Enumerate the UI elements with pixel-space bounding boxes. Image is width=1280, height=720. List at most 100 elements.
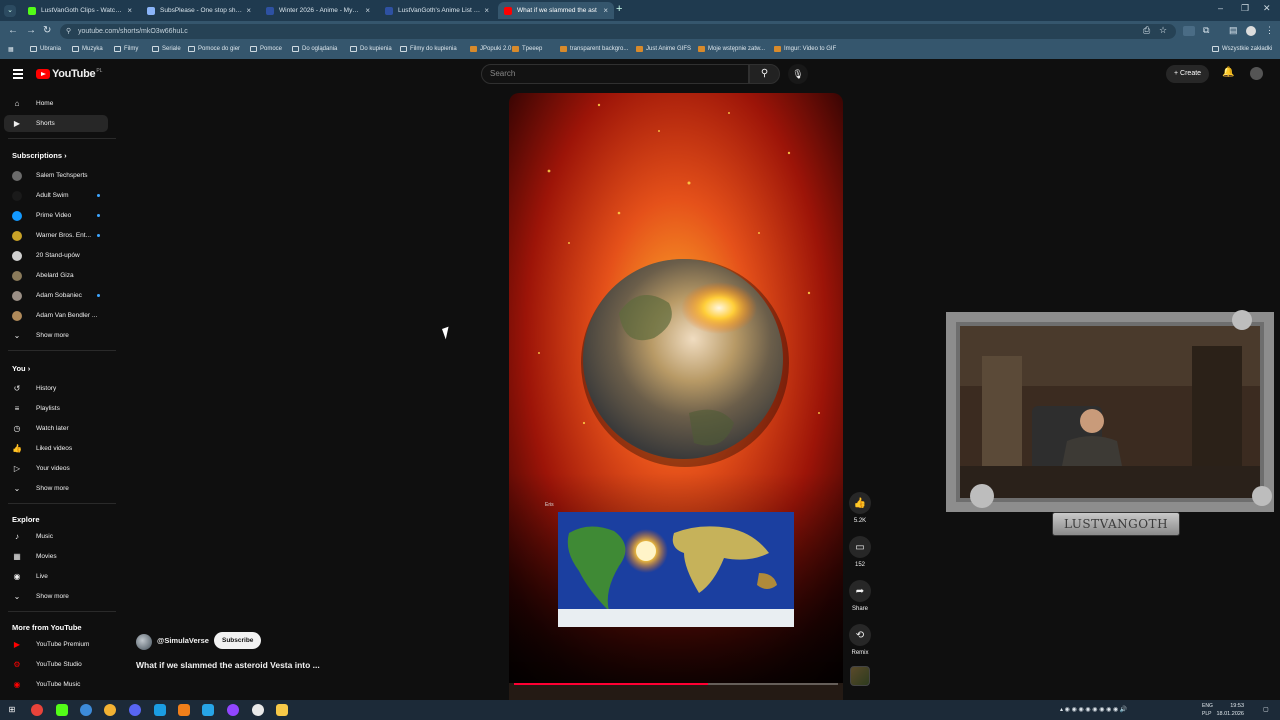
youtube-logo[interactable]: YouTube PL — [36, 68, 102, 80]
menu-icon[interactable] — [13, 69, 23, 81]
sidebar-item[interactable]: Salem Techsperts — [4, 167, 108, 184]
all-bookmarks[interactable]: Wszystkie zakładki — [1212, 46, 1272, 52]
back-icon[interactable]: ← — [8, 25, 18, 36]
browser-menu-icon[interactable]: ⋮ — [1265, 25, 1274, 36]
side-panel-icon[interactable]: ▤ — [1229, 25, 1238, 36]
address-bar[interactable]: ⚲ youtube.com/shorts/mkO3w66huLc — [60, 24, 1176, 39]
browser-tab[interactable]: Winter 2026 - Anime - MyAnim × — [260, 2, 376, 19]
show-more-button[interactable]: ⌄ Show more — [4, 480, 108, 497]
sidebar-item[interactable]: Adult Swim — [4, 187, 108, 204]
sidebar-item[interactable]: ◷ Watch later — [4, 420, 108, 437]
extension-icon[interactable] — [1183, 26, 1195, 36]
close-window-icon[interactable]: ✕ — [1263, 3, 1271, 14]
twitch-app-icon[interactable] — [227, 704, 239, 716]
forward-icon[interactable]: → — [26, 25, 36, 36]
tab-search-icon[interactable]: ⌄ — [4, 5, 16, 17]
search-button[interactable]: ⚲ — [749, 64, 780, 84]
site-info-icon[interactable]: ⚲ — [66, 24, 71, 39]
channel-avatar[interactable] — [136, 634, 152, 650]
notification-center-icon[interactable]: ▢ — [1263, 706, 1269, 713]
windows-start-icon[interactable]: ⊞ — [6, 704, 18, 716]
bookmark-item[interactable]: Ubrania — [30, 46, 61, 52]
short-video-player[interactable]: Eris — [509, 93, 843, 700]
tab-close-icon[interactable]: × — [365, 6, 370, 15]
sidebar-item[interactable]: ◉ YouTube Music — [4, 676, 108, 693]
vlc-app-icon[interactable] — [178, 704, 190, 716]
account-avatar[interactable] — [1250, 67, 1263, 80]
voice-search-button[interactable]: 🎙 — [788, 64, 808, 84]
bookmark-item[interactable]: Do oglądania — [292, 46, 337, 52]
sidebar-item[interactable]: ♪ Music — [4, 528, 108, 545]
sidebar-item[interactable]: Adam Van Bendler ... — [4, 307, 108, 324]
discord-app-icon[interactable] — [129, 704, 141, 716]
search-input[interactable]: Search — [481, 64, 749, 84]
bookmark-item[interactable]: Imgur: Video to GIF — [774, 46, 836, 52]
system-clock[interactable]: 19:53 18.01.2026 — [1196, 702, 1244, 718]
browser-tab[interactable]: LustVanGoth's Anime List - My × — [379, 2, 495, 19]
sidebar-item[interactable]: ▷ Your videos — [4, 460, 108, 477]
subscribe-button[interactable]: Subscribe — [214, 632, 262, 649]
browser-app-icon[interactable] — [80, 704, 92, 716]
channel-name[interactable]: @SimulaVerse — [157, 636, 209, 645]
minimize-icon[interactable]: – — [1218, 3, 1223, 13]
browser-tab[interactable]: SubsPlease - One stop shop for × — [141, 2, 257, 19]
sidebar-item[interactable]: ▶ Shorts — [4, 115, 108, 132]
sidebar-item[interactable]: ◉ Live — [4, 568, 108, 585]
bookmark-item[interactable]: Pomoce do gier — [188, 46, 240, 52]
short-title[interactable]: What if we slammed the asteroid Vesta in… — [136, 660, 320, 670]
sidebar-item[interactable]: ↺ History — [4, 380, 108, 397]
store-app-icon[interactable] — [154, 704, 166, 716]
bookmark-item[interactable]: Filmy do kupienia — [400, 46, 457, 52]
create-button[interactable]: + Create — [1166, 65, 1210, 83]
apps-grid-icon[interactable]: ▦ — [8, 46, 14, 53]
kick-app-icon[interactable] — [56, 704, 68, 716]
sidebar-item[interactable]: ▶ YouTube Premium — [4, 636, 108, 653]
bookmark-item[interactable]: Just Anime GIFS — [636, 46, 691, 52]
bookmark-item[interactable]: Muzyka — [72, 46, 103, 52]
remix-button[interactable]: ⟲ Remix — [846, 624, 874, 656]
tray-icons[interactable]: ▴ ◉ ◉ ◉ ◉ ◉ ◉ ◉ ◉ 🔊 — [1060, 706, 1127, 713]
bookmark-item[interactable]: Seriale — [152, 46, 181, 52]
show-more-button[interactable]: ⌄ Show more — [4, 588, 108, 605]
bookmark-item[interactable]: JPopuki 2.0 — [470, 46, 511, 52]
sidebar-item[interactable]: 20 Stand-upów — [4, 247, 108, 264]
bookmark-item[interactable]: Moje wstępnie zatw... — [698, 46, 765, 52]
sidebar-item[interactable]: Warner Bros. Ent... — [4, 227, 108, 244]
obs-app-icon[interactable] — [252, 704, 264, 716]
sidebar-section-header[interactable]: Subscriptions › — [12, 151, 67, 160]
tab-close-icon[interactable]: × — [246, 6, 251, 15]
app-icon[interactable] — [104, 704, 116, 716]
maximize-icon[interactable]: ❐ — [1241, 3, 1249, 14]
notifications-icon[interactable]: 🔔 — [1222, 67, 1234, 78]
sidebar-section-header[interactable]: You › — [12, 364, 30, 373]
sound-thumbnail[interactable] — [850, 666, 870, 686]
extensions-puzzle-icon[interactable]: ⧉ — [1203, 25, 1209, 36]
sidebar-item[interactable]: ≡ Playlists — [4, 400, 108, 417]
reload-icon[interactable]: ↻ — [43, 25, 51, 36]
browser-tab[interactable]: LustVanGoth Clips - Watch Live × — [22, 2, 138, 19]
like-button[interactable]: 👍 5.2K — [846, 492, 874, 524]
sidebar-item[interactable]: ⚙ YouTube Studio — [4, 656, 108, 673]
bookmark-star-icon[interactable]: ☆ — [1159, 25, 1167, 36]
sidebar-item[interactable]: 👍 Liked videos — [4, 440, 108, 457]
profile-avatar-icon[interactable] — [1246, 26, 1256, 36]
browser-tab[interactable]: What if we slammed the ast × — [498, 2, 614, 19]
telegram-app-icon[interactable] — [202, 704, 214, 716]
bookmark-item[interactable]: transparent backgro... — [560, 46, 628, 52]
video-progress-bar[interactable] — [514, 683, 838, 685]
new-tab-button[interactable]: + — [616, 3, 622, 15]
bookmark-item[interactable]: Tpeeep — [512, 46, 542, 52]
bookmark-item[interactable]: Filmy — [114, 46, 138, 52]
bookmark-item[interactable]: Pomoce — [250, 46, 282, 52]
tab-close-icon[interactable]: × — [484, 6, 489, 15]
file-explorer-icon[interactable] — [276, 704, 288, 716]
comments-button[interactable]: ▭ 152 — [846, 536, 874, 568]
sidebar-item[interactable]: Prime Video — [4, 207, 108, 224]
sidebar-item[interactable]: Adam Sobaniec — [4, 287, 108, 304]
install-app-icon[interactable]: ⎙ — [1143, 25, 1150, 36]
chrome-app-icon[interactable] — [31, 704, 43, 716]
sidebar-item[interactable]: Abelard Giza — [4, 267, 108, 284]
sidebar-item[interactable]: ⌂ Home — [4, 95, 108, 112]
tab-close-icon[interactable]: × — [127, 6, 132, 15]
tab-close-icon[interactable]: × — [603, 6, 608, 15]
